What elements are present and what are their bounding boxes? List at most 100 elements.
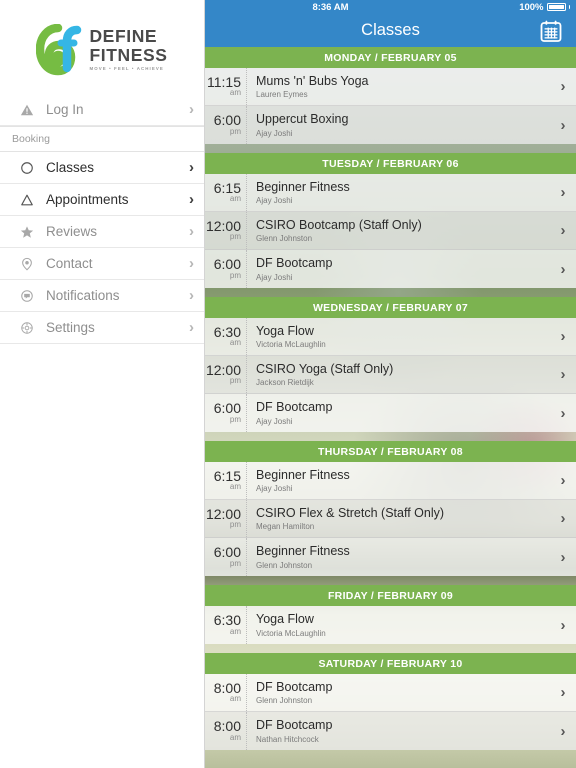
chevron-right-icon: › [560, 722, 566, 740]
class-row[interactable]: 6:30 am Yoga Flow Victoria McLaughlin › [205, 318, 576, 356]
class-info: DF Bootcamp Glenn Johnston [247, 674, 550, 711]
map-pin-icon [14, 257, 40, 271]
class-time-meridiem: am [229, 482, 241, 492]
class-row[interactable]: 8:00 am DF Bootcamp Nathan Hitchcock › [205, 712, 576, 750]
classes-panel: 8:36 AM 100% Classes MONDAY / FEBRUARY 0… [205, 0, 576, 768]
class-row[interactable]: 6:00 pm DF Bootcamp Ajay Joshi › [205, 394, 576, 432]
class-title: DF Bootcamp [256, 256, 333, 271]
app-root: DEFINE FITNESS MOVE • FEEL • ACHIEVE Log… [0, 0, 576, 768]
class-instructor: Glenn Johnston [256, 234, 313, 244]
class-instructor: Glenn Johnston [256, 696, 313, 706]
chevron-right-icon: › [189, 223, 194, 240]
logo-line-2: FITNESS [89, 44, 168, 65]
class-time-value: 11:15 [207, 73, 241, 90]
alert-triangle-icon [14, 103, 40, 117]
class-time: 6:00 pm [205, 106, 247, 144]
sidebar-item-notifications[interactable]: Notifications › [0, 280, 204, 312]
class-row[interactable]: 11:15 am Mums 'n' Bubs Yoga Lauren Eymes › [205, 68, 576, 106]
class-info: Yoga Flow Victoria McLaughlin [247, 318, 550, 355]
class-title: CSIRO Bootcamp (Staff Only) [256, 217, 422, 232]
day-header: FRIDAY / FEBRUARY 09 [205, 585, 576, 606]
chevron-right-icon: › [560, 404, 566, 422]
battery-icon [546, 3, 566, 11]
class-instructor: Glenn Johnston [256, 560, 313, 570]
class-info: CSIRO Bootcamp (Staff Only) Glenn Johnsto… [247, 212, 550, 249]
class-row[interactable]: 6:00 pm DF Bootcamp Ajay Joshi › [205, 250, 576, 288]
sidebar-item-label: Classes [46, 160, 95, 175]
sidebar-item-settings[interactable]: Settings › [0, 312, 204, 344]
day-header-label: FRIDAY / FEBRUARY 09 [327, 589, 454, 602]
day-header: MONDAY / FEBRUARY 05 [205, 47, 576, 68]
class-instructor: Ajay Joshi [256, 416, 293, 426]
class-instructor: Victoria McLaughlin [256, 340, 326, 350]
class-row[interactable]: 6:30 am Yoga Flow Victoria McLaughlin › [205, 606, 576, 644]
day-header-label: SATURDAY / FEBRUARY 10 [318, 657, 463, 670]
class-row[interactable]: 12:00 pm CSIRO Yoga (Staff Only) Jackson Ri… [205, 356, 576, 394]
day-header-label: MONDAY / FEBRUARY 05 [324, 51, 457, 64]
day-header-label: WEDNESDAY / FEBRUARY 07 [312, 301, 469, 314]
class-row[interactable]: 12:00 pm CSIRO Flex & Stretch (Staff Only)… [205, 500, 576, 538]
chevron-right-icon: › [560, 510, 566, 527]
schedule-list[interactable]: MONDAY / FEBRUARY 05 11:15 am Mums 'n' Bubs… [205, 47, 576, 768]
sidebar-item-reviews[interactable]: Reviews › [0, 216, 204, 248]
day-header: TUESDAY / FEBRUARY 06 [205, 153, 576, 174]
calendar-icon[interactable] [537, 17, 564, 44]
class-time-meridiem: pm [229, 270, 241, 280]
chevron-right-icon: › [560, 366, 566, 383]
logo-tagline: MOVE • FEEL • ACHIEVE [89, 66, 164, 72]
chevron-right-icon: › [560, 472, 566, 489]
class-time-value: 12:00 [205, 217, 241, 234]
day-rows: 6:30 am Yoga Flow Victoria McLaughlin › [205, 606, 576, 644]
class-time-value: 12:00 [205, 505, 241, 522]
class-time-meridiem: pm [229, 232, 241, 242]
status-battery: 100% [519, 2, 570, 13]
sidebar-item-classes[interactable]: Classes › [0, 152, 204, 184]
class-row[interactable]: 8:00 am DF Bootcamp Glenn Johnston › [205, 674, 576, 712]
class-info: DF Bootcamp Nathan Hitchcock [247, 712, 550, 750]
class-title: DF Bootcamp [256, 400, 333, 415]
chevron-right-icon: › [189, 287, 194, 304]
brand-logo: DEFINE FITNESS MOVE • FEEL • ACHIEVE [0, 0, 204, 94]
class-time-value: 6:00 [213, 112, 241, 129]
class-row[interactable]: 6:15 am Beginner Fitness Ajay Joshi › [205, 174, 576, 212]
sidebar-item-label: Settings [46, 320, 95, 335]
class-instructor: Ajay Joshi [256, 272, 293, 282]
class-time: 8:00 am [205, 712, 247, 750]
class-info: Beginner Fitness Glenn Johnston [247, 538, 550, 576]
day-header: THURSDAY / FEBRUARY 08 [205, 441, 576, 462]
class-instructor: Ajay Joshi [256, 128, 293, 138]
class-row[interactable]: 6:00 pm Uppercut Boxing Ajay Joshi › [205, 106, 576, 144]
class-instructor: Ajay Joshi [256, 484, 293, 494]
chevron-right-icon: › [560, 684, 566, 701]
class-title: DF Bootcamp [256, 718, 333, 733]
sidebar-item-label: Contact [46, 256, 93, 271]
chevron-right-icon: › [189, 255, 194, 272]
sidebar-item-log-in[interactable]: Log In › [0, 94, 204, 126]
class-time-meridiem: am [229, 88, 241, 98]
sidebar-item-appointments[interactable]: Appointments › [0, 184, 204, 216]
battery-tip-icon [568, 5, 570, 9]
class-title: Beginner Fitness [256, 179, 350, 194]
day-rows: 8:00 am DF Bootcamp Glenn Johnston › 8:00 am DF… [205, 674, 576, 750]
class-time: 12:00 pm [205, 356, 247, 393]
day-header-label: THURSDAY / FEBRUARY 08 [318, 445, 463, 458]
sidebar: DEFINE FITNESS MOVE • FEEL • ACHIEVE Log… [0, 0, 205, 768]
sidebar-item-contact[interactable]: Contact › [0, 248, 204, 280]
chevron-right-icon: › [560, 328, 566, 345]
chevron-right-icon: › [189, 319, 194, 336]
class-time-value: 6:00 [213, 256, 241, 273]
class-time-value: 6:00 [213, 544, 241, 561]
sidebar-section-booking: Booking [0, 126, 204, 152]
class-row[interactable]: 12:00 pm CSIRO Bootcamp (Staff Only) Glenn … [205, 212, 576, 250]
class-time-meridiem: am [229, 626, 241, 636]
class-row[interactable]: 6:15 am Beginner Fitness Ajay Joshi › [205, 462, 576, 500]
class-row[interactable]: 6:00 pm Beginner Fitness Glenn Johnston › [205, 538, 576, 576]
class-time-value: 6:30 [213, 612, 241, 629]
chevron-right-icon: › [560, 116, 566, 134]
class-time-value: 12:00 [205, 361, 241, 378]
class-time-meridiem: am [229, 338, 241, 348]
sidebar-item-label: Notifications [46, 288, 120, 303]
triangle-icon [14, 193, 40, 207]
